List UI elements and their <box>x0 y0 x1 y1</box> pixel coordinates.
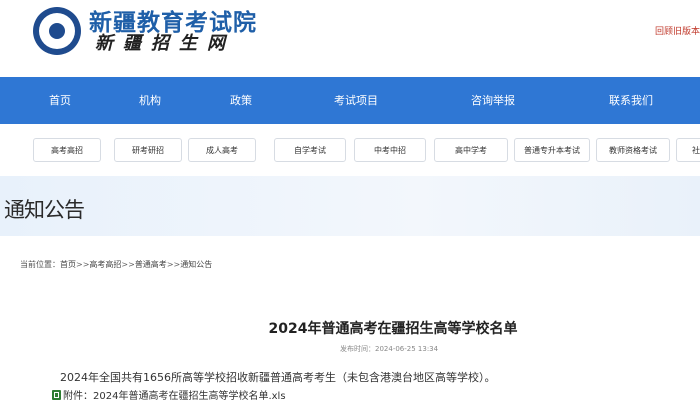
category-high-school-exam[interactable]: 高中学考 <box>434 138 508 162</box>
category-gaokao[interactable]: 高考高招 <box>33 138 101 162</box>
article-body: 2024年全国共有1656所高等学校招收新疆普通高考考生（未包含港澳台地区高等学… <box>60 371 496 384</box>
article-publish-time: 发布时间：2024-06-25 13:34 <box>340 345 439 353</box>
category-zhuanshengben[interactable]: 普通专升本考试 <box>514 138 590 162</box>
main-nav-item-consult-report[interactable]: 咨询举报 <box>471 77 515 124</box>
category-self-study[interactable]: 自学考试 <box>274 138 346 162</box>
breadcrumb-notices[interactable]: 通知公告 <box>180 260 212 269</box>
category-graduate[interactable]: 研考研招 <box>114 138 182 162</box>
main-nav-item-home[interactable]: 首页 <box>49 77 71 124</box>
category-zhongkao[interactable]: 中考中招 <box>354 138 426 162</box>
category-more[interactable]: 社 <box>676 138 700 162</box>
breadcrumb: 当前位置：首页>>高考高招>>普通高考>>通知公告 <box>20 259 212 270</box>
excel-file-icon <box>52 390 61 400</box>
breadcrumb-separator: >> <box>76 260 90 269</box>
main-nav-item-contact[interactable]: 联系我们 <box>609 77 653 124</box>
attachment-link[interactable]: 2024年普通高考在疆招生高等学校名单.xls <box>93 391 286 402</box>
section-title: 通知公告 <box>4 198 85 222</box>
article-attachment: 附件：2024年普通高考在疆招生高等学校名单.xls <box>52 387 286 402</box>
site-header: 新疆教育考试院 新疆招生网 回顾旧版本 <box>0 0 700 77</box>
breadcrumb-regular-gaokao[interactable]: 普通高考 <box>135 260 167 269</box>
exam-category-nav: 高考高招 研考研招 成人高考 自学考试 中考中招 高中学考 普通专升本考试 教师… <box>0 124 700 176</box>
breadcrumb-prefix: 当前位置： <box>20 260 60 269</box>
breadcrumb-separator: >> <box>166 260 181 269</box>
main-nav-item-policy[interactable]: 政策 <box>230 77 252 124</box>
attachment-label: 附件： <box>63 391 93 402</box>
old-version-link[interactable]: 回顾旧版本 <box>655 24 700 37</box>
logo-emblem-icon[interactable] <box>33 7 81 55</box>
category-adult[interactable]: 成人高考 <box>188 138 256 162</box>
category-teacher-cert[interactable]: 教师资格考试 <box>596 138 670 162</box>
article-title: 2024年普通高考在疆招生高等学校名单 <box>268 321 518 337</box>
logo-ring <box>39 13 75 49</box>
breadcrumb-home[interactable]: 首页 <box>60 260 76 269</box>
main-nav-item-exams[interactable]: 考试项目 <box>334 77 378 124</box>
site-subtitle: 新疆招生网 <box>95 33 235 54</box>
section-banner: 通知公告 <box>0 176 700 236</box>
logo-core <box>49 23 65 39</box>
breadcrumb-gaokao[interactable]: 高考高招 <box>89 260 121 269</box>
main-nav-item-organization[interactable]: 机构 <box>139 77 161 124</box>
breadcrumb-separator: >> <box>121 260 135 269</box>
main-nav: 首页 机构 政策 考试项目 咨询举报 联系我们 <box>0 77 700 124</box>
